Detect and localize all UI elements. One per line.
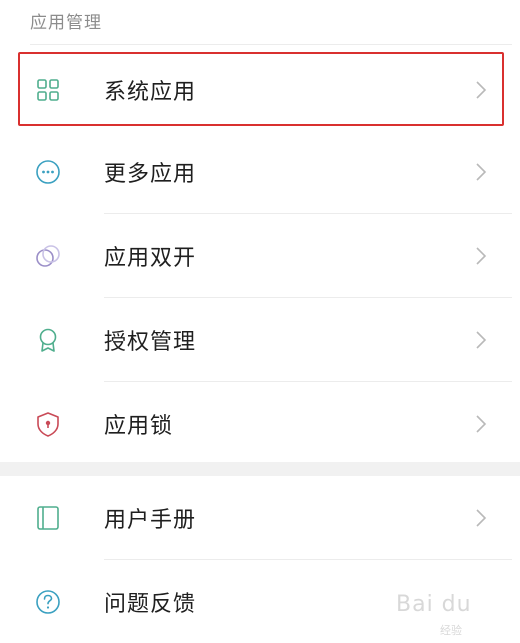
menu-item-label: 更多应用 [104,162,197,187]
chevron-right-icon [476,81,487,99]
menu-item-system-apps[interactable]: 系统应用 [0,48,520,132]
menu-item-label: 问题反馈 [104,592,197,617]
menu-item-more-apps[interactable]: 更多应用 [0,130,520,214]
chevron-right-icon [476,331,487,349]
menu-item-label: 应用锁 [104,414,174,439]
menu-item-app-lock[interactable]: 应用锁 [0,382,520,466]
watermark-logo: Bai du [396,592,472,617]
grid-icon [37,79,59,101]
menu-item-label: 授权管理 [104,330,197,355]
menu-item-label: 系统应用 [104,80,197,105]
menu-item-label: 用户手册 [104,508,197,533]
watermark-sub: 经验 [440,624,462,637]
menu-item-label: 应用双开 [104,246,197,271]
section-gap [0,462,520,476]
section-title: 应用管理 [30,13,102,33]
menu-item-permissions[interactable]: 授权管理 [0,298,520,382]
chevron-right-icon [476,163,487,181]
chevron-right-icon [476,415,487,433]
section-header: 应用管理 [0,0,520,44]
book-icon [37,506,59,530]
more-dots-icon [36,160,60,184]
dual-circles-icon [36,245,60,267]
lock-shield-icon [37,412,59,437]
menu-item-user-manual[interactable]: 用户手册 [0,476,520,560]
header-divider [30,44,512,45]
badge-icon [39,328,57,352]
menu-item-dual-apps[interactable]: 应用双开 [0,214,520,298]
chevron-right-icon [476,247,487,265]
question-icon [36,590,60,614]
chevron-right-icon [476,509,487,527]
